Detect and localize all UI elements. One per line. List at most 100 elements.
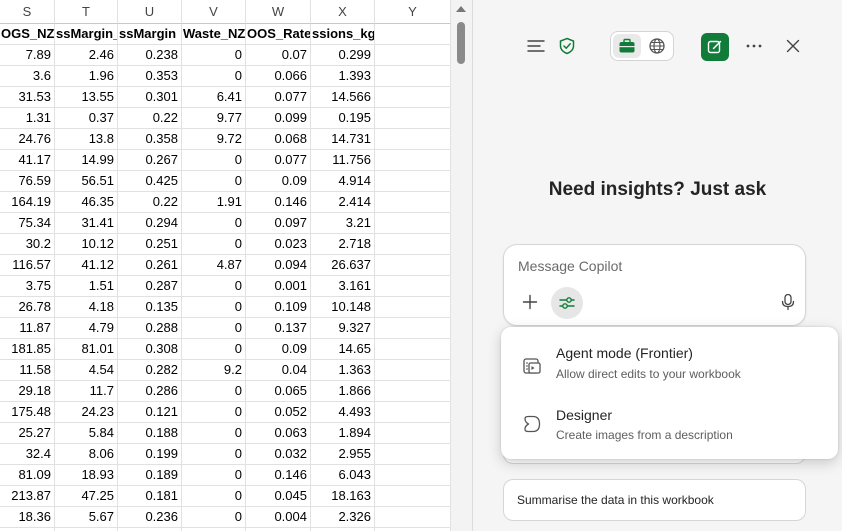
table-cell[interactable]: 0.301 bbox=[118, 87, 182, 108]
table-cell[interactable]: 0.146 bbox=[246, 465, 311, 486]
table-cell[interactable]: 0.04 bbox=[246, 360, 311, 381]
table-cell[interactable]: 1.31 bbox=[0, 108, 55, 129]
table-cell[interactable]: 13.55 bbox=[55, 87, 118, 108]
table-cell[interactable]: 81.01 bbox=[55, 339, 118, 360]
table-cell[interactable] bbox=[375, 402, 451, 423]
table-cell[interactable]: 18.163 bbox=[311, 486, 375, 507]
table-cell[interactable]: 3.21 bbox=[311, 213, 375, 234]
table-cell[interactable]: 3.6 bbox=[0, 66, 55, 87]
table-cell[interactable] bbox=[375, 171, 451, 192]
table-cell[interactable] bbox=[375, 255, 451, 276]
table-cell[interactable]: 47.25 bbox=[55, 486, 118, 507]
table-cell[interactable]: 0.07 bbox=[246, 45, 311, 66]
table-cell[interactable] bbox=[375, 192, 451, 213]
table-cell[interactable]: 0.097 bbox=[246, 213, 311, 234]
header-cell[interactable]: OOS_Rate bbox=[246, 24, 311, 45]
table-cell[interactable]: 1.363 bbox=[311, 360, 375, 381]
table-cell[interactable]: 13.8 bbox=[55, 129, 118, 150]
table-cell[interactable]: 0 bbox=[182, 444, 246, 465]
table-cell[interactable]: 11.87 bbox=[0, 318, 55, 339]
table-cell[interactable]: 0 bbox=[182, 66, 246, 87]
table-cell[interactable] bbox=[375, 276, 451, 297]
table-cell[interactable]: 4.493 bbox=[311, 402, 375, 423]
table-cell[interactable]: 46.35 bbox=[55, 192, 118, 213]
table-cell[interactable]: 1.894 bbox=[311, 423, 375, 444]
table-cell[interactable]: 116.57 bbox=[0, 255, 55, 276]
table-cell[interactable]: 0.109 bbox=[246, 297, 311, 318]
table-cell[interactable]: 0.077 bbox=[246, 87, 311, 108]
table-cell[interactable]: 3.161 bbox=[311, 276, 375, 297]
table-cell[interactable]: 1.96 bbox=[55, 66, 118, 87]
table-cell[interactable]: 56.51 bbox=[55, 171, 118, 192]
header-cell[interactable]: Waste_NZD bbox=[182, 24, 246, 45]
table-cell[interactable]: 0 bbox=[182, 339, 246, 360]
table-cell[interactable]: 24.76 bbox=[0, 129, 55, 150]
table-cell[interactable]: 0.294 bbox=[118, 213, 182, 234]
table-cell[interactable]: 0.066 bbox=[246, 66, 311, 87]
table-cell[interactable]: 0.261 bbox=[118, 255, 182, 276]
header-cell[interactable]: ssMargin bbox=[118, 24, 182, 45]
table-cell[interactable]: 175.48 bbox=[0, 402, 55, 423]
web-toggle-button[interactable] bbox=[643, 34, 671, 58]
column-header[interactable]: V bbox=[182, 0, 246, 24]
column-header[interactable]: U bbox=[118, 0, 182, 24]
table-cell[interactable]: 14.566 bbox=[311, 87, 375, 108]
table-cell[interactable]: 4.87 bbox=[182, 255, 246, 276]
table-cell[interactable]: 3.75 bbox=[0, 276, 55, 297]
protection-button[interactable] bbox=[554, 33, 580, 59]
menu-item-agent-mode[interactable]: Agent mode (Frontier) Allow direct edits… bbox=[501, 335, 838, 397]
table-cell[interactable]: 0.181 bbox=[118, 486, 182, 507]
column-header[interactable]: X bbox=[311, 0, 375, 24]
header-cell[interactable]: ssMargin_ bbox=[55, 24, 118, 45]
table-cell[interactable] bbox=[375, 465, 451, 486]
table-cell[interactable]: 29.18 bbox=[0, 381, 55, 402]
table-cell[interactable]: 164.19 bbox=[0, 192, 55, 213]
table-cell[interactable]: 0.09 bbox=[246, 171, 311, 192]
table-cell[interactable]: 11.756 bbox=[311, 150, 375, 171]
table-cell[interactable]: 0.238 bbox=[118, 45, 182, 66]
table-cell[interactable]: 0.236 bbox=[118, 507, 182, 528]
table-cell[interactable]: 0.032 bbox=[246, 444, 311, 465]
table-cell[interactable]: 0.22 bbox=[118, 192, 182, 213]
table-cell[interactable]: 11.58 bbox=[0, 360, 55, 381]
table-cell[interactable]: 0.045 bbox=[246, 486, 311, 507]
table-cell[interactable] bbox=[375, 360, 451, 381]
table-cell[interactable]: 75.34 bbox=[0, 213, 55, 234]
table-cell[interactable]: 2.955 bbox=[311, 444, 375, 465]
table-cell[interactable]: 14.65 bbox=[311, 339, 375, 360]
suggestion-card[interactable]: Summarise the data in this workbook bbox=[503, 479, 806, 521]
table-cell[interactable]: 0.22 bbox=[118, 108, 182, 129]
table-cell[interactable]: 0 bbox=[182, 486, 246, 507]
table-cell[interactable]: 1.51 bbox=[55, 276, 118, 297]
table-cell[interactable] bbox=[375, 444, 451, 465]
table-cell[interactable] bbox=[375, 339, 451, 360]
table-cell[interactable]: 24.23 bbox=[55, 402, 118, 423]
menu-button[interactable] bbox=[523, 33, 549, 59]
more-options-button[interactable] bbox=[741, 33, 767, 59]
tools-button[interactable] bbox=[551, 287, 583, 319]
table-cell[interactable]: 0 bbox=[182, 213, 246, 234]
table-cell[interactable] bbox=[375, 87, 451, 108]
table-cell[interactable]: 31.41 bbox=[55, 213, 118, 234]
table-cell[interactable]: 0.286 bbox=[118, 381, 182, 402]
table-cell[interactable]: 0.199 bbox=[118, 444, 182, 465]
table-cell[interactable]: 0.195 bbox=[311, 108, 375, 129]
microphone-button[interactable] bbox=[776, 290, 800, 314]
table-cell[interactable]: 4.914 bbox=[311, 171, 375, 192]
vertical-scrollbar[interactable] bbox=[451, 0, 472, 531]
table-cell[interactable]: 0 bbox=[182, 45, 246, 66]
table-cell[interactable]: 0.288 bbox=[118, 318, 182, 339]
table-cell[interactable]: 41.12 bbox=[55, 255, 118, 276]
table-cell[interactable]: 18.93 bbox=[55, 465, 118, 486]
table-cell[interactable]: 9.72 bbox=[182, 129, 246, 150]
table-cell[interactable]: 2.326 bbox=[311, 507, 375, 528]
table-cell[interactable]: 1.393 bbox=[311, 66, 375, 87]
table-cell[interactable]: 0.077 bbox=[246, 150, 311, 171]
table-cell[interactable]: 1.866 bbox=[311, 381, 375, 402]
table-cell[interactable]: 0.299 bbox=[311, 45, 375, 66]
table-cell[interactable]: 0.004 bbox=[246, 507, 311, 528]
scroll-up-arrow-icon[interactable] bbox=[456, 6, 466, 12]
table-cell[interactable]: 14.731 bbox=[311, 129, 375, 150]
table-cell[interactable]: 0 bbox=[182, 465, 246, 486]
table-cell[interactable]: 0 bbox=[182, 402, 246, 423]
